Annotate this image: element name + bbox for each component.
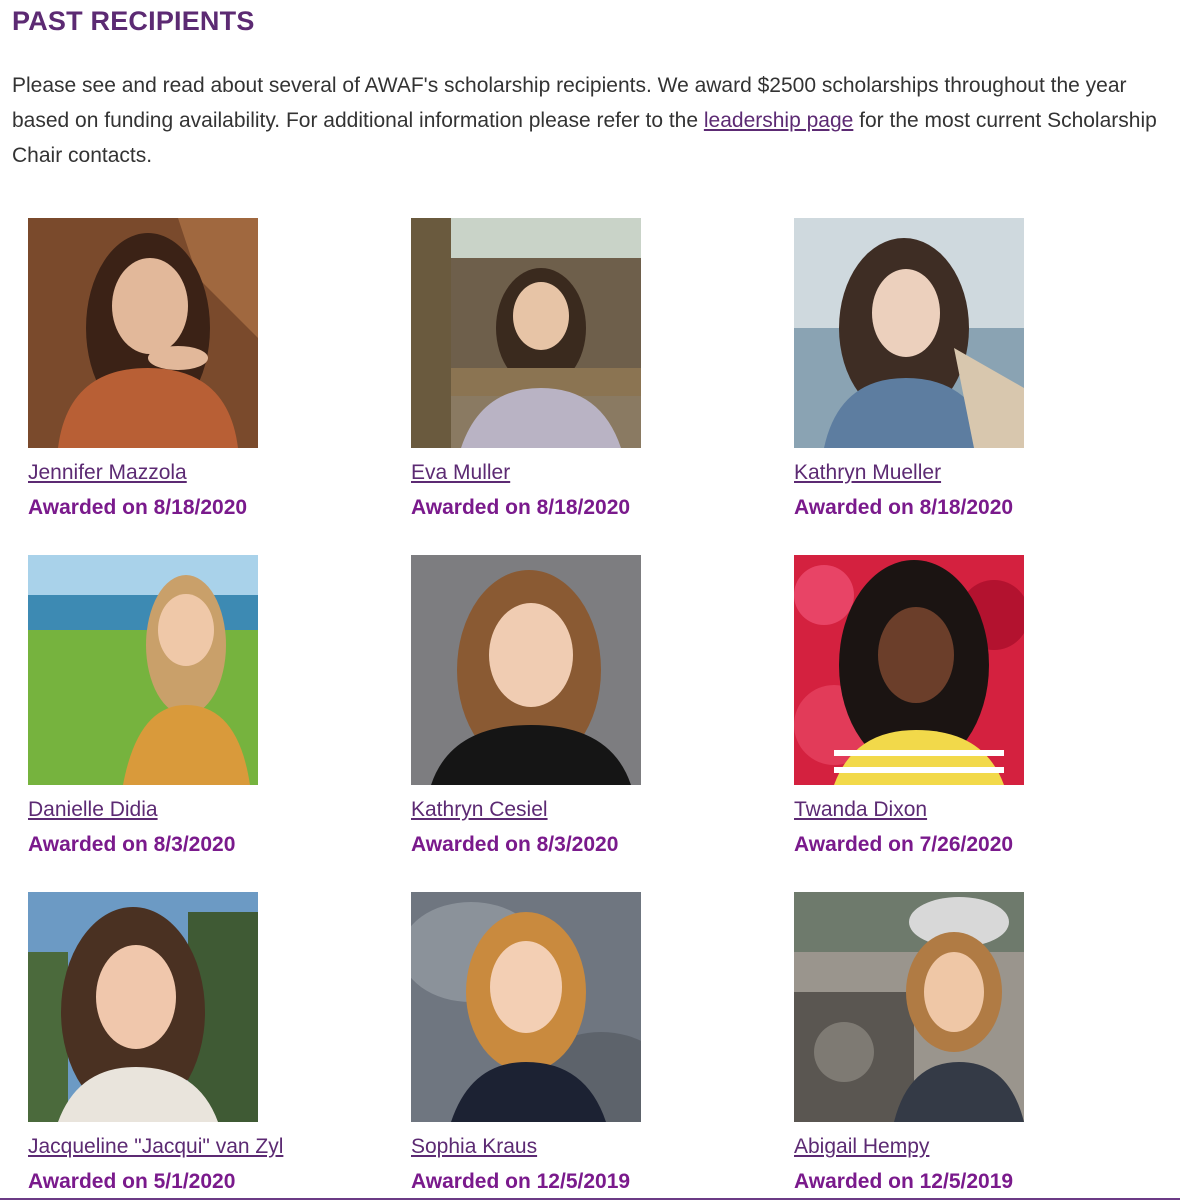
recipient-photo[interactable] [794,218,1024,448]
leadership-page-link[interactable]: leadership page [704,109,853,132]
award-date: Awarded on 12/5/2019 [411,1170,631,1193]
recipient-photo[interactable] [28,892,258,1122]
recipient-photo[interactable] [411,218,641,448]
recipient-card: Kathryn Mueller Awarded on 8/18/2020 [794,218,1154,521]
award-date: Awarded on 7/26/2020 [794,833,1014,856]
recipient-card: Jennifer Mazzola Awarded on 8/18/2020 [28,218,388,521]
recipient-name-link[interactable]: Twanda Dixon [794,797,927,823]
recipient-name-link[interactable]: Kathryn Cesiel [411,797,548,823]
award-date: Awarded on 8/3/2020 [28,833,236,856]
recipient-name-link[interactable]: Sophia Kraus [411,1134,537,1160]
page-title: PAST RECIPIENTS [12,6,255,36]
recipient-name-link[interactable]: Abigail Hempy [794,1134,929,1160]
recipient-card: Sophia Kraus Awarded on 12/5/2019 [411,892,771,1195]
portrait-photo [28,218,258,448]
recipient-name-link[interactable]: Jacqueline "Jacqui" van Zyl [28,1134,283,1160]
recipient-card: Eva Muller Awarded on 8/18/2020 [411,218,771,521]
award-date: Awarded on 8/18/2020 [28,496,248,519]
recipient-card: Abigail Hempy Awarded on 12/5/2019 [794,892,1154,1195]
recipient-photo[interactable] [28,555,258,785]
recipient-photo[interactable] [794,555,1024,785]
portrait-photo [28,555,258,785]
recipient-card: Danielle Didia Awarded on 8/3/2020 [28,555,388,858]
award-date: Awarded on 12/5/2019 [794,1170,1014,1193]
portrait-photo [794,555,1024,785]
portrait-photo [411,555,641,785]
portrait-photo [411,892,641,1122]
recipient-card: Jacqueline "Jacqui" van Zyl Awarded on 5… [28,892,388,1195]
recipient-name-link[interactable]: Jennifer Mazzola [28,460,187,486]
recipient-card: Kathryn Cesiel Awarded on 8/3/2020 [411,555,771,858]
award-date: Awarded on 8/18/2020 [411,496,631,519]
recipient-photo[interactable] [411,555,641,785]
award-date: Awarded on 5/1/2020 [28,1170,236,1193]
recipient-name-link[interactable]: Danielle Didia [28,797,158,823]
recipient-name-link[interactable]: Eva Muller [411,460,510,486]
award-date: Awarded on 8/3/2020 [411,833,619,856]
intro-paragraph: Please see and read about several of AWA… [12,68,1167,173]
portrait-photo [794,892,1024,1122]
portrait-photo [28,892,258,1122]
recipient-photo[interactable] [411,892,641,1122]
recipient-card: Twanda Dixon Awarded on 7/26/2020 [794,555,1154,858]
portrait-photo [794,218,1024,448]
award-date: Awarded on 8/18/2020 [794,496,1014,519]
portrait-photo [411,218,641,448]
recipient-photo[interactable] [794,892,1024,1122]
recipient-photo[interactable] [28,218,258,448]
recipient-name-link[interactable]: Kathryn Mueller [794,460,941,486]
